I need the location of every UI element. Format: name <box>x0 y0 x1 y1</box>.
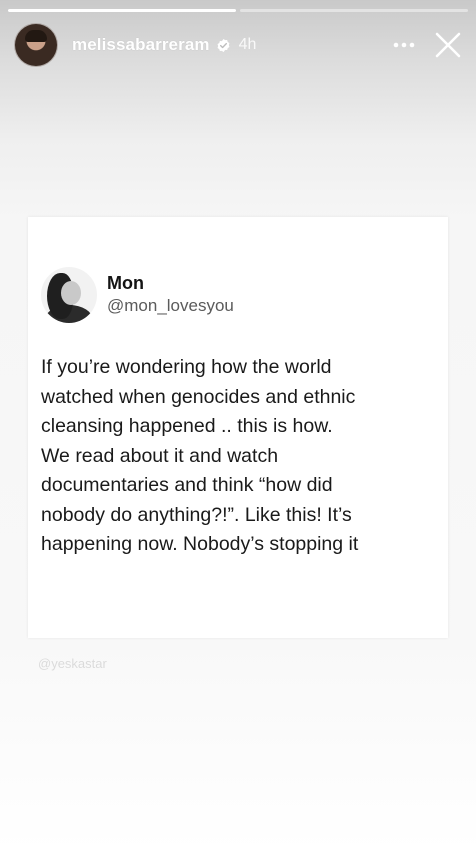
story-header: melissabarreram 4h <box>14 22 468 68</box>
tweet-author-names: Mon @mon_lovesyou <box>107 272 234 318</box>
tweet-author: Mon @mon_lovesyou <box>41 267 234 323</box>
watermark: @yeskastar <box>38 656 107 671</box>
username[interactable]: melissabarreram <box>72 35 210 55</box>
verified-badge-icon <box>216 38 231 53</box>
progress-segment <box>240 9 468 12</box>
story-progress-bar <box>8 9 468 12</box>
tweet-card: Mon @mon_lovesyou If you’re wondering ho… <box>28 217 448 638</box>
close-icon[interactable] <box>428 25 468 65</box>
story-viewer: melissabarreram 4h Mon @mon_lovesyou If … <box>0 0 476 852</box>
tweet-display-name: Mon <box>107 273 144 293</box>
post-time: 4h <box>238 36 257 53</box>
more-options-icon[interactable] <box>386 27 422 63</box>
progress-segment <box>8 9 236 12</box>
progress-segment-fill <box>8 9 236 12</box>
tweet-text: If you’re wondering how the world watche… <box>41 356 359 555</box>
tweet-author-avatar <box>41 267 97 323</box>
tweet-handle: @mon_lovesyou <box>107 296 234 315</box>
profile-avatar[interactable] <box>14 23 58 67</box>
